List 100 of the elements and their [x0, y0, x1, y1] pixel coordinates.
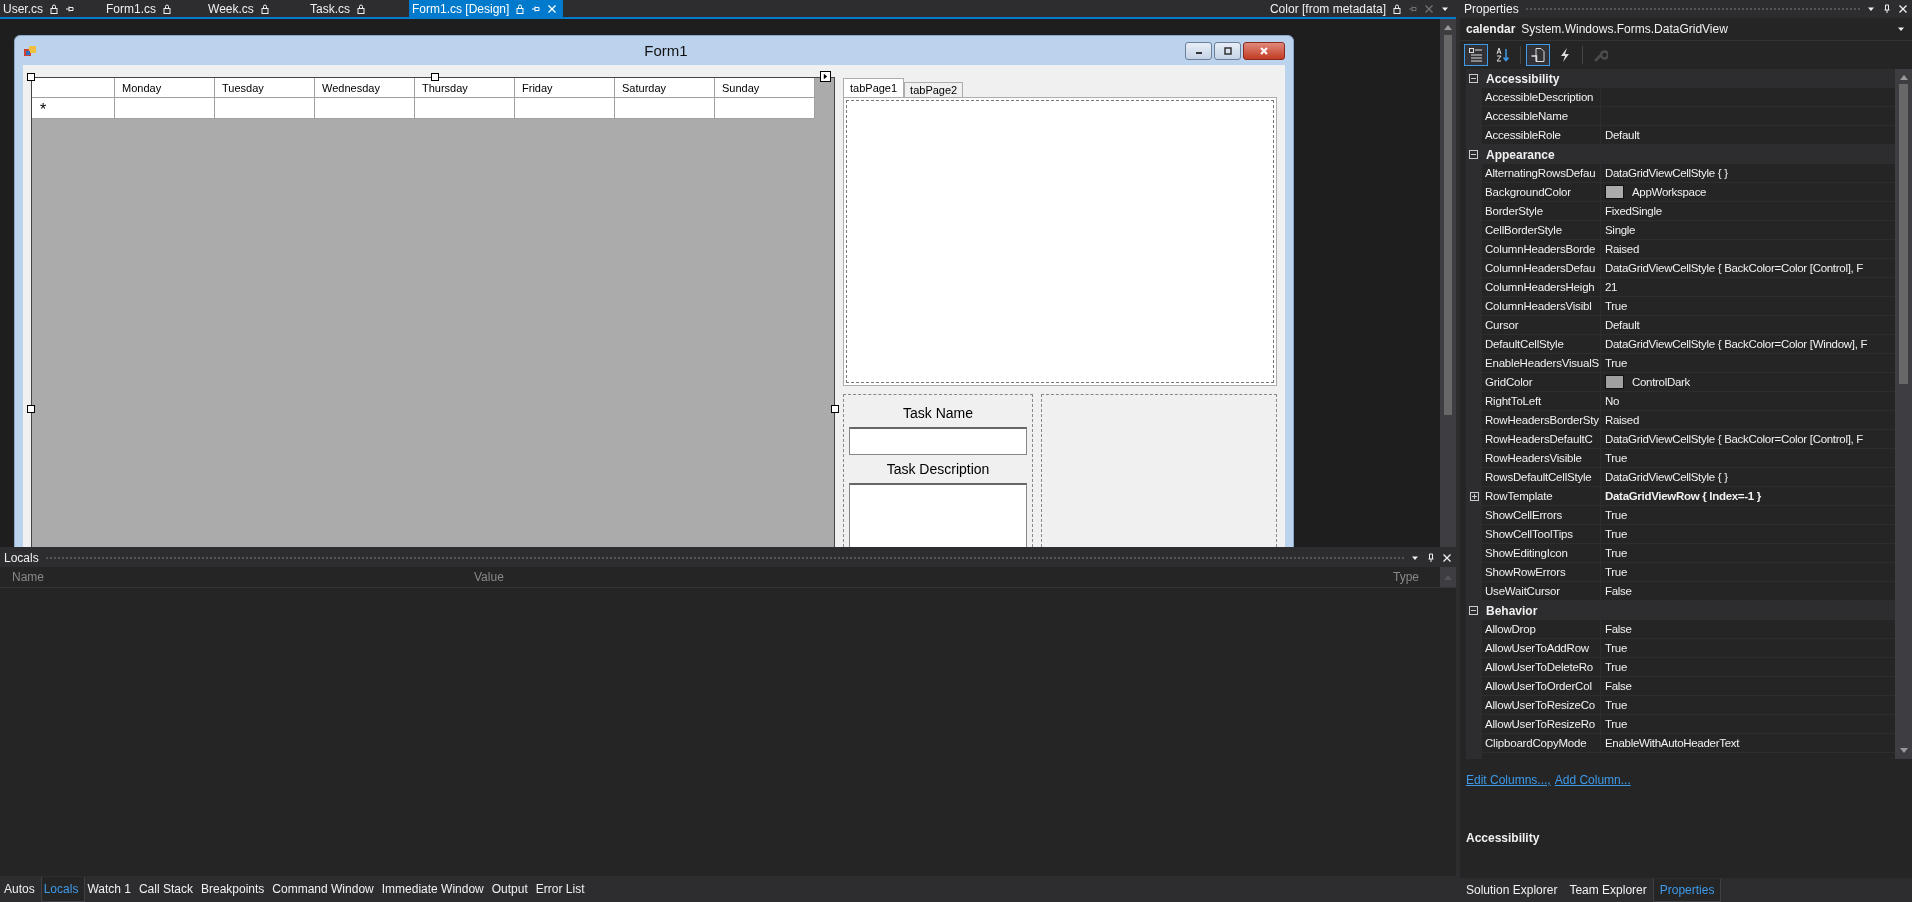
task-name-field[interactable]	[849, 427, 1027, 455]
property-name[interactable]: ClipboardCopyMode	[1482, 734, 1601, 752]
table-cell[interactable]	[715, 98, 815, 119]
table-cell[interactable]	[215, 98, 315, 119]
close-icon[interactable]	[1898, 4, 1908, 14]
collapse-icon[interactable]	[1469, 150, 1478, 159]
property-name[interactable]: EnableHeadersVisualS	[1482, 354, 1601, 372]
property-name[interactable]: AccessibleDescription	[1482, 88, 1601, 106]
column-header[interactable]: Tuesday	[215, 78, 315, 98]
scrollbar[interactable]	[1440, 567, 1456, 587]
tool-tab[interactable]: Error List	[533, 877, 591, 901]
collapse-icon[interactable]	[1469, 74, 1478, 83]
property-value[interactable]: DataGridViewCellStyle { }	[1605, 167, 1728, 179]
property-name[interactable]: CellBorderStyle	[1482, 221, 1601, 239]
tool-tab[interactable]: Autos	[2, 877, 41, 901]
property-value[interactable]: DataGridViewCellStyle { BackColor=Color [Control], F	[1605, 433, 1864, 445]
categorized-button[interactable]	[1464, 44, 1488, 66]
column-header[interactable]: Type	[1393, 570, 1419, 584]
property-value[interactable]: True	[1605, 661, 1628, 673]
tool-tab[interactable]: Watch 1	[85, 877, 137, 901]
scroll-thumb[interactable]	[1444, 35, 1452, 415]
table-cell[interactable]	[515, 98, 615, 119]
property-name[interactable]: RowHeadersBorderSty	[1482, 411, 1601, 429]
panel-tab[interactable]: Solution Explorer	[1460, 879, 1564, 901]
property-name[interactable]: AllowUserToResizeRo	[1482, 715, 1601, 733]
column-header[interactable]: Saturday	[615, 78, 715, 98]
resize-handle[interactable]	[831, 405, 839, 413]
scroll-down-icon[interactable]	[1898, 747, 1909, 755]
close-button[interactable]	[1243, 41, 1285, 60]
property-name[interactable]: AllowDrop	[1482, 620, 1601, 638]
property-name[interactable]: RightToLeft	[1482, 392, 1601, 410]
property-name[interactable]: RowsDefaultCellStyle	[1482, 468, 1601, 486]
property-value[interactable]: True	[1605, 509, 1628, 521]
tool-tab[interactable]: Command Window	[270, 877, 380, 901]
property-name[interactable]: ShowCellErrors	[1482, 506, 1601, 524]
property-name[interactable]: ShowCellToolTips	[1482, 525, 1601, 543]
property-name[interactable]: AllowUserToResizeCo	[1482, 696, 1601, 714]
property-name[interactable]: ShowEditingIcon	[1482, 544, 1601, 562]
property-name[interactable]: AccessibleName	[1482, 107, 1601, 125]
tool-tab[interactable]: Call Stack	[136, 877, 199, 901]
column-header[interactable]: Wednesday	[315, 78, 415, 98]
property-value[interactable]: True	[1605, 642, 1628, 654]
property-value[interactable]: Raised	[1605, 414, 1639, 426]
property-value[interactable]: False	[1605, 680, 1632, 692]
link[interactable]: Edit Columns...,	[1466, 773, 1551, 787]
resize-handle[interactable]	[27, 405, 35, 413]
tab[interactable]: tabPage2	[904, 82, 964, 97]
property-name[interactable]: AllowUserToAddRow	[1482, 639, 1601, 657]
property-value[interactable]: EnableWithAutoHeaderText	[1605, 737, 1740, 749]
preview-tab[interactable]: Color [from metadata]	[1263, 0, 1456, 17]
scroll-up-icon[interactable]	[1443, 23, 1453, 31]
property-value[interactable]: True	[1605, 528, 1628, 540]
column-header[interactable]: Friday	[515, 78, 615, 98]
document-tab[interactable]: Week.cs	[205, 0, 285, 17]
smart-tag-button[interactable]	[820, 71, 831, 82]
property-value[interactable]: DataGridViewCellStyle { BackColor=Color [Control], F	[1605, 262, 1864, 274]
document-tab[interactable]: Form1.cs	[103, 0, 183, 17]
property-name[interactable]: AllowUserToDeleteRo	[1482, 658, 1601, 676]
property-value[interactable]: True	[1605, 718, 1628, 730]
property-value[interactable]: DataGridViewCellStyle { BackColor=Color [Window], F	[1605, 338, 1868, 350]
document-tab[interactable]: Task.cs	[307, 0, 387, 17]
column-header[interactable]: Name	[12, 570, 44, 584]
scroll-up-icon[interactable]	[1898, 73, 1909, 81]
resize-handle[interactable]	[27, 73, 35, 81]
table-cell[interactable]	[115, 98, 215, 119]
property-name[interactable]: DefaultCellStyle	[1482, 335, 1601, 353]
property-value[interactable]: DataGridViewCellStyle { }	[1605, 471, 1728, 483]
property-value[interactable]: FixedSingle	[1605, 205, 1662, 217]
pin-icon[interactable]	[1882, 4, 1892, 14]
minimize-button[interactable]	[1185, 41, 1212, 60]
resize-handle[interactable]	[431, 73, 439, 81]
maximize-button[interactable]	[1214, 41, 1241, 60]
column-header[interactable]: Thursday	[415, 78, 515, 98]
property-name[interactable]: ColumnHeadersDefau	[1482, 259, 1601, 277]
property-value[interactable]: True	[1605, 357, 1628, 369]
property-value[interactable]: True	[1605, 452, 1628, 464]
property-value[interactable]: True	[1605, 547, 1628, 559]
scrollbar[interactable]	[1440, 19, 1456, 547]
property-name[interactable]: ColumnHeadersBorde	[1482, 240, 1601, 258]
task-description-field[interactable]	[849, 483, 1027, 547]
property-value[interactable]: False	[1605, 585, 1632, 597]
property-value[interactable]: DataGridViewRow { Index=-1 }	[1605, 490, 1761, 502]
data-grid[interactable]: Monday Tuesday Wednesday Thursday Friday Saturday Sunday *	[31, 77, 835, 547]
document-tab[interactable]: User.cs	[0, 0, 81, 17]
panel-tab[interactable]: Properties	[1652, 878, 1722, 902]
pin-icon[interactable]	[1426, 553, 1436, 563]
table-cell[interactable]	[315, 98, 415, 119]
link[interactable]: Add Column...	[1554, 773, 1631, 787]
property-value[interactable]: Default	[1605, 129, 1640, 141]
property-name[interactable]: ColumnHeadersVisibl	[1482, 297, 1601, 315]
tool-tab[interactable]: Immediate Window	[379, 877, 490, 901]
column-header[interactable]: Monday	[115, 78, 215, 98]
column-header[interactable]: Value	[474, 570, 504, 584]
property-name[interactable]: RowHeadersDefaultC	[1482, 430, 1601, 448]
tool-tab[interactable]: Output	[489, 877, 534, 901]
property-value[interactable]: Default	[1605, 319, 1640, 331]
table-cell[interactable]	[615, 98, 715, 119]
property-value[interactable]: True	[1605, 699, 1628, 711]
close-icon[interactable]	[1442, 553, 1452, 563]
tool-tab[interactable]: Breakpoints	[199, 877, 271, 901]
